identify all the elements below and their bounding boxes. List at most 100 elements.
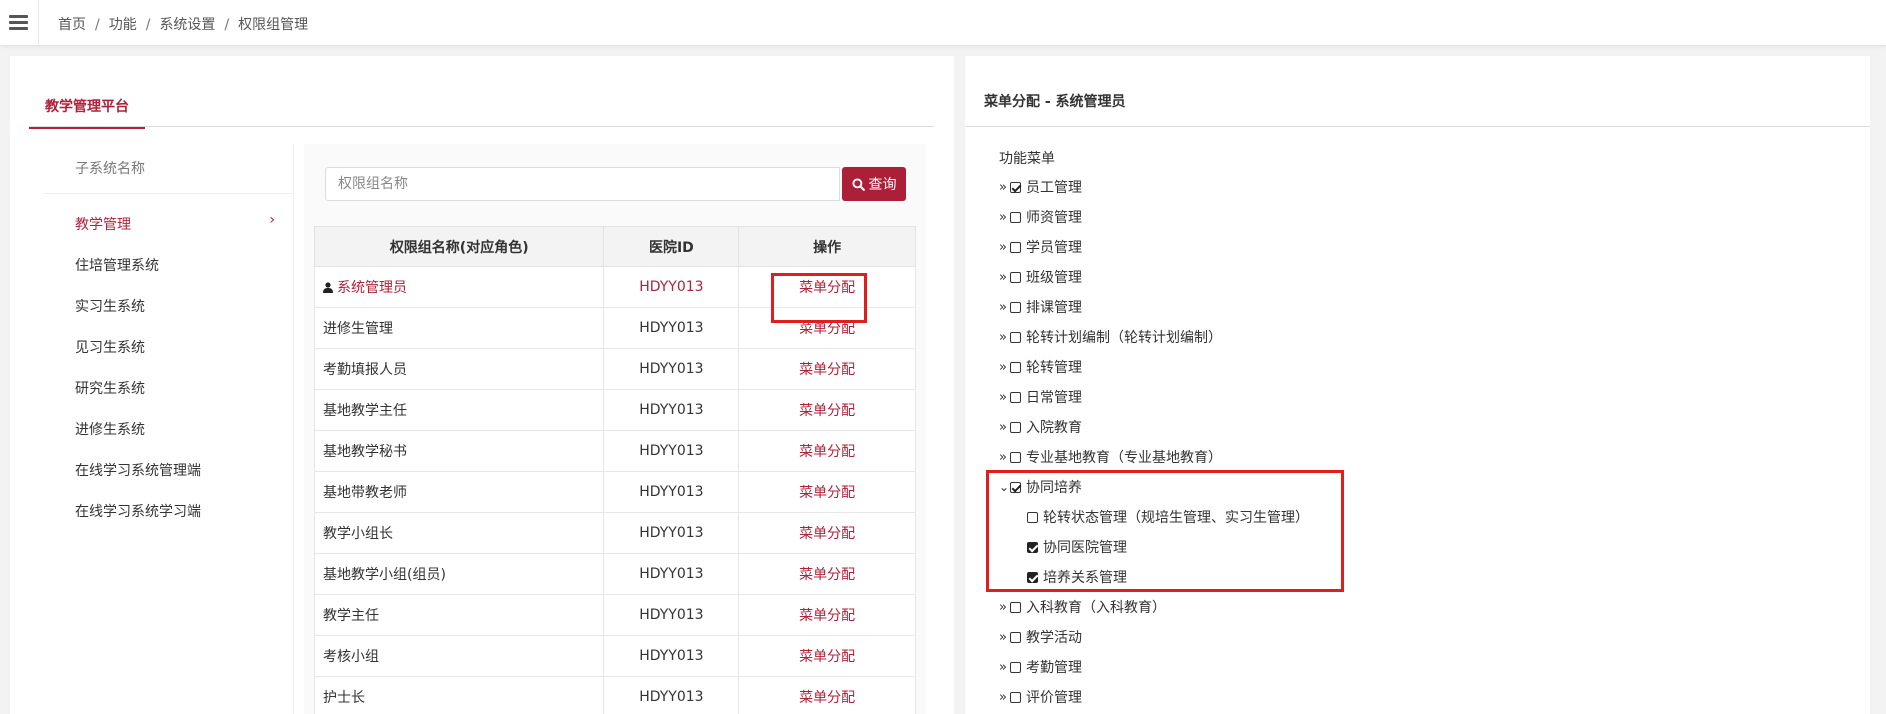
menu-assign-link[interactable]: 菜单分配 bbox=[799, 649, 855, 665]
menu-tree-item[interactable]: » 师资管理 bbox=[999, 207, 1082, 227]
menu-tree-item[interactable]: » 班级管理 bbox=[999, 267, 1082, 287]
menu-assign-link[interactable]: 菜单分配 bbox=[799, 362, 855, 378]
subsystem-item-elearning-admin[interactable]: 在线学习系统管理端 bbox=[75, 460, 275, 480]
search-icon bbox=[851, 177, 865, 191]
expand-arrow-icon[interactable]: » bbox=[999, 630, 1009, 645]
menu-item-label: 员工管理 bbox=[1026, 180, 1082, 196]
table-row[interactable]: 基地带教老师 HDYY013 菜单分配 bbox=[313, 471, 916, 513]
menu-tree-item[interactable]: » 教学活动 bbox=[999, 627, 1082, 647]
column-header-hospital-id[interactable]: 医院ID bbox=[603, 226, 740, 267]
action-cell: 菜单分配 bbox=[738, 553, 916, 595]
expand-arrow-icon[interactable]: » bbox=[999, 360, 1009, 375]
expand-arrow-icon[interactable]: » bbox=[999, 330, 1009, 345]
expand-arrow-icon[interactable]: » bbox=[999, 450, 1009, 465]
menu-item-label: 入院教育 bbox=[1026, 420, 1082, 436]
checkbox[interactable] bbox=[1010, 211, 1021, 223]
menu-tree-item[interactable]: » 轮转计划编制（轮转计划编制） bbox=[999, 327, 1222, 347]
menu-assign-link[interactable]: 菜单分配 bbox=[799, 403, 855, 419]
checkbox[interactable] bbox=[1010, 421, 1021, 433]
tab-teaching-platform[interactable]: 教学管理平台 bbox=[29, 91, 145, 129]
checkbox[interactable] bbox=[1010, 631, 1021, 643]
table-row[interactable]: 教学主任 HDYY013 菜单分配 bbox=[313, 594, 916, 636]
checkbox[interactable] bbox=[1010, 331, 1021, 343]
expand-arrow-icon[interactable]: » bbox=[999, 210, 1009, 225]
role-name-cell: 教学小组长 bbox=[313, 512, 605, 554]
role-name-cell: 护士长 bbox=[313, 676, 605, 714]
checkbox[interactable] bbox=[1010, 181, 1021, 193]
menu-tree-item[interactable]: » 排课管理 bbox=[999, 297, 1082, 317]
subsystem-item-residency[interactable]: 住培管理系统 bbox=[75, 255, 275, 275]
checkbox[interactable] bbox=[1010, 241, 1021, 253]
expand-arrow-icon[interactable]: » bbox=[999, 180, 1009, 195]
subsystem-item-elearning-learner[interactable]: 在线学习系统学习端 bbox=[75, 501, 275, 521]
subsystem-item-advanced-study[interactable]: 进修生系统 bbox=[75, 419, 275, 439]
hamburger-menu-icon[interactable] bbox=[9, 15, 28, 30]
expand-arrow-icon[interactable]: » bbox=[999, 300, 1009, 315]
table-row[interactable]: 考勤填报人员 HDYY013 菜单分配 bbox=[313, 348, 916, 390]
hospital-id-cell: HDYY013 bbox=[603, 348, 740, 390]
menu-assignment-panel: 菜单分配 - 系统管理员 功能菜单 » 员工管理 » 师资管理 » 学员管理 » 班级管… bbox=[965, 56, 1870, 714]
menu-assign-link[interactable]: 菜单分配 bbox=[799, 690, 855, 706]
table-row[interactable]: 基地教学小组(组员) HDYY013 菜单分配 bbox=[313, 553, 916, 595]
search-button[interactable]: 查询 bbox=[842, 167, 906, 201]
expand-arrow-icon[interactable]: » bbox=[999, 420, 1009, 435]
subsystem-item-trainee[interactable]: 见习生系统 bbox=[75, 337, 275, 357]
hospital-id-cell: HDYY013 bbox=[603, 266, 740, 308]
action-cell: 菜单分配 bbox=[738, 676, 916, 714]
menu-assign-link[interactable]: 菜单分配 bbox=[799, 526, 855, 542]
checkbox[interactable] bbox=[1010, 451, 1021, 463]
checkbox[interactable] bbox=[1010, 301, 1021, 313]
breadcrumb-separator: / bbox=[224, 17, 230, 33]
menu-assign-link[interactable]: 菜单分配 bbox=[799, 485, 855, 501]
search-button-label: 查询 bbox=[868, 177, 897, 193]
subsystem-item-teaching[interactable]: 教学管理 › bbox=[75, 212, 275, 234]
menu-tree-item[interactable]: » 入科教育（入科教育） bbox=[999, 597, 1166, 617]
subsystem-item-label: 教学管理 bbox=[75, 217, 131, 233]
hospital-id-cell: HDYY013 bbox=[603, 676, 740, 714]
menu-tree-item[interactable]: » 轮转管理 bbox=[999, 357, 1082, 377]
table-row[interactable]: 教学小组长 HDYY013 菜单分配 bbox=[313, 512, 916, 554]
role-table-area: 查询 权限组名称(对应角色) 医院ID 操作 系统管理员 HDYY013 菜单分… bbox=[304, 144, 926, 714]
expand-arrow-icon[interactable]: » bbox=[999, 270, 1009, 285]
checkbox[interactable] bbox=[1010, 691, 1021, 703]
menu-assign-link[interactable]: 菜单分配 bbox=[799, 608, 855, 624]
breadcrumb-home[interactable]: 首页 bbox=[58, 17, 86, 33]
table-row[interactable]: 基地教学主任 HDYY013 菜单分配 bbox=[313, 389, 916, 431]
menu-tree-item[interactable]: » 考勤管理 bbox=[999, 657, 1082, 677]
expand-arrow-icon[interactable]: » bbox=[999, 240, 1009, 255]
menu-tree-item[interactable]: » 入院教育 bbox=[999, 417, 1082, 437]
table-row[interactable]: 考核小组 HDYY013 菜单分配 bbox=[313, 635, 916, 677]
checkbox[interactable] bbox=[1010, 361, 1021, 373]
subsystem-list: 子系统名称 教学管理 › 住培管理系统 实习生系统 见习生系统 研究生系统 进修… bbox=[44, 144, 294, 714]
menu-tree-item[interactable]: » 员工管理 bbox=[999, 177, 1082, 197]
menu-assign-link[interactable]: 菜单分配 bbox=[799, 321, 855, 337]
table-row[interactable]: 基地教学秘书 HDYY013 菜单分配 bbox=[313, 430, 916, 472]
checkbox[interactable] bbox=[1010, 391, 1021, 403]
hospital-id-cell: HDYY013 bbox=[603, 635, 740, 677]
menu-assign-link[interactable]: 菜单分配 bbox=[799, 567, 855, 583]
menu-tree-item[interactable]: » 评价管理 bbox=[999, 687, 1082, 707]
menu-assign-link[interactable]: 菜单分配 bbox=[799, 444, 855, 460]
role-name-search-input[interactable] bbox=[325, 167, 840, 201]
menu-tree-item[interactable]: » 日常管理 bbox=[999, 387, 1082, 407]
expand-arrow-icon[interactable]: » bbox=[999, 660, 1009, 675]
table-row[interactable]: 护士长 HDYY013 菜单分配 bbox=[313, 676, 916, 714]
expand-arrow-icon[interactable]: » bbox=[999, 600, 1009, 615]
action-cell: 菜单分配 bbox=[738, 594, 916, 636]
expand-arrow-icon[interactable]: » bbox=[999, 690, 1009, 705]
checkbox[interactable] bbox=[1010, 601, 1021, 613]
subsystem-item-graduate[interactable]: 研究生系统 bbox=[75, 378, 275, 398]
checkbox[interactable] bbox=[1010, 661, 1021, 673]
breadcrumb-function[interactable]: 功能 bbox=[109, 17, 137, 33]
breadcrumb-system-settings[interactable]: 系统设置 bbox=[159, 17, 215, 33]
expand-arrow-icon[interactable]: » bbox=[999, 390, 1009, 405]
hospital-id-cell: HDYY013 bbox=[603, 471, 740, 513]
menu-item-label: 入科教育（入科教育） bbox=[1026, 600, 1166, 616]
menu-tree-item[interactable]: » 专业基地教育（专业基地教育） bbox=[999, 447, 1222, 467]
menu-item-label: 轮转计划编制（轮转计划编制） bbox=[1026, 330, 1222, 346]
checkbox[interactable] bbox=[1010, 271, 1021, 283]
menu-tree-item[interactable]: » 学员管理 bbox=[999, 237, 1082, 257]
subsystem-item-intern[interactable]: 实习生系统 bbox=[75, 296, 275, 316]
column-header-role-name[interactable]: 权限组名称(对应角色) bbox=[313, 226, 605, 267]
menu-item-label: 师资管理 bbox=[1026, 210, 1082, 226]
